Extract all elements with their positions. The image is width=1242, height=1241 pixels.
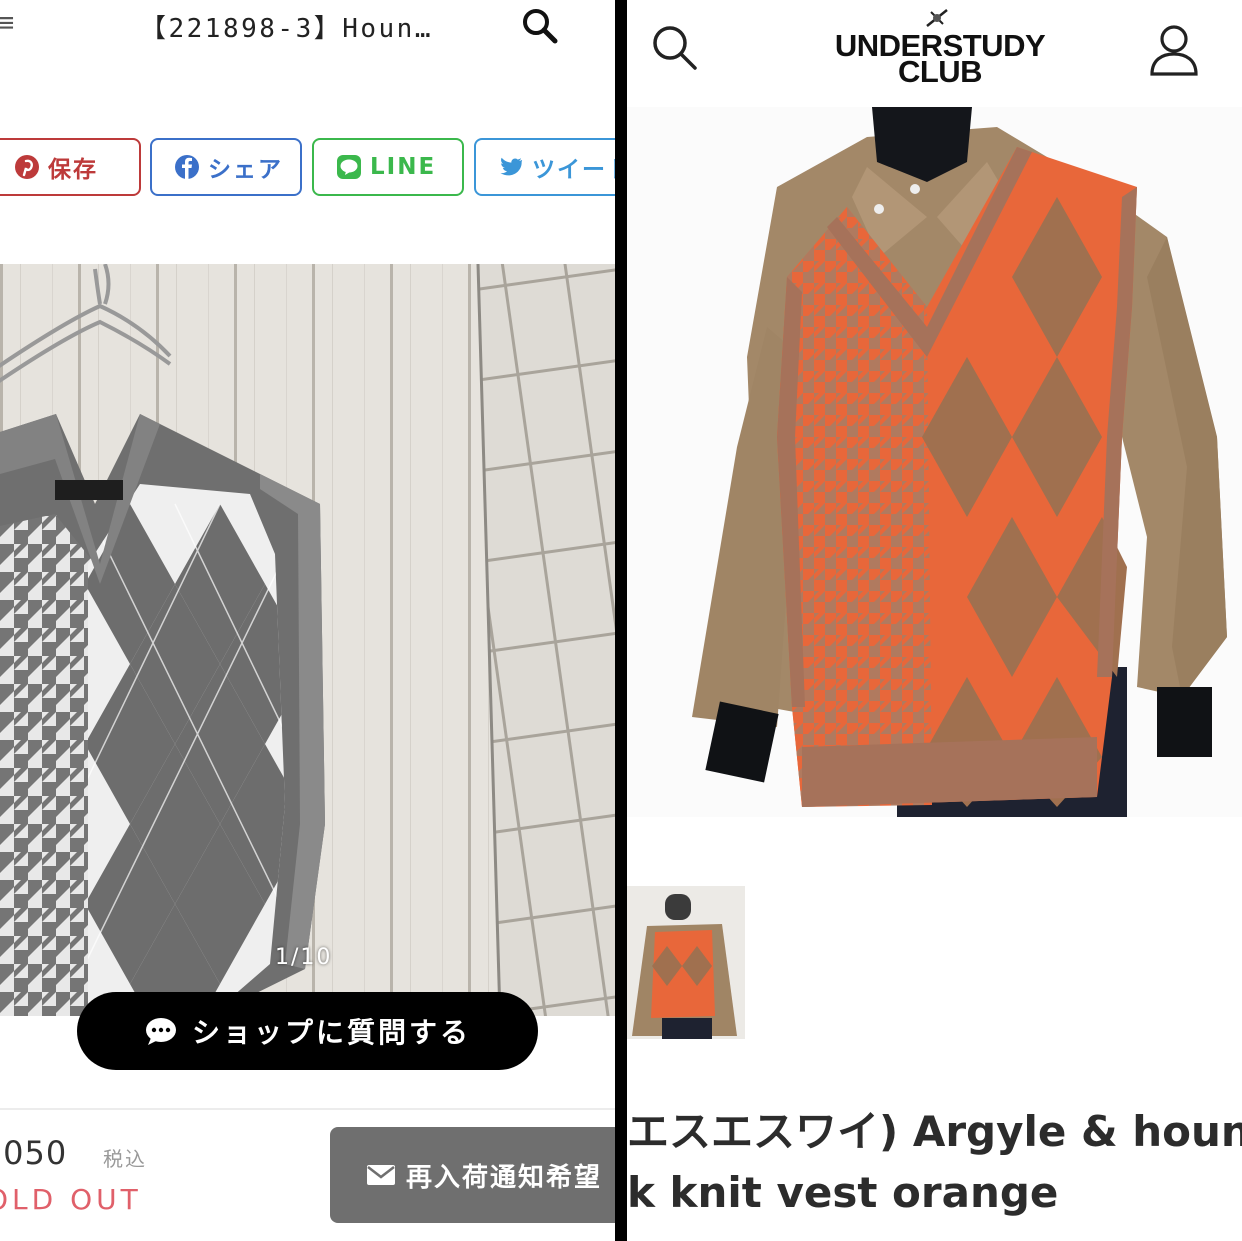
tweet-label: ツイート [532,157,615,183]
product-photo[interactable] [0,264,615,1016]
top-bar: ≡ 【221898-3】Houn… [0,0,615,60]
right-screenshot: UNDERSTUDY CLUB エスエスワイ) Argyle & houn k … [627,0,1242,1241]
restock-label: 再入荷通知希望 [406,1162,603,1193]
brand-logo-icon [926,9,948,27]
search-icon[interactable] [649,22,701,74]
restock-notify-button[interactable]: 再入荷通知希望 [330,1127,615,1223]
brand-logo[interactable]: UNDERSTUDY CLUB [820,30,1060,87]
divider [0,1108,615,1110]
top-bar: UNDERSTUDY CLUB [627,0,1242,106]
pinterest-save-button[interactable]: 保存 [0,138,141,196]
product-title: 【221898-3】Houn… [140,14,433,44]
chat-bubble-icon [145,1018,176,1045]
save-label: 保存 [48,157,98,183]
facebook-label: シェア [208,157,283,183]
left-screenshot: ≡ 【221898-3】Houn… 保存 シェア LINE ツイー 1/10 シ… [0,0,615,1241]
photo-counter: 1/10 [275,945,333,970]
tweet-button[interactable]: ツイート [474,138,615,196]
line-label: LINE [370,154,437,180]
search-icon[interactable] [520,6,560,46]
tax-included-label: 税込 [103,1147,147,1171]
sold-out-status: OLD OUT [0,1183,142,1216]
menu-icon[interactable]: ≡ [0,8,16,38]
ask-shop-label: ショップに質問する [191,1016,471,1049]
twitter-bird-icon [500,157,523,176]
line-share-button[interactable]: LINE [312,138,464,196]
product-photo[interactable] [627,107,1242,817]
user-icon[interactable] [1147,22,1201,78]
envelope-icon [367,1165,395,1185]
price: ,050 [0,1134,68,1172]
product-name-line-1: エスエスワイ) Argyle & houn [627,1107,1242,1156]
share-buttons: 保存 シェア LINE ツイート [0,138,615,200]
thumbnail-image[interactable] [627,886,745,1039]
pinterest-icon [15,155,39,179]
line-icon [337,155,361,179]
facebook-icon [175,155,199,179]
facebook-share-button[interactable]: シェア [150,138,302,196]
ask-shop-button[interactable]: ショップに質問する [77,992,538,1070]
product-name-line-2: k knit vest orange [627,1168,1059,1217]
